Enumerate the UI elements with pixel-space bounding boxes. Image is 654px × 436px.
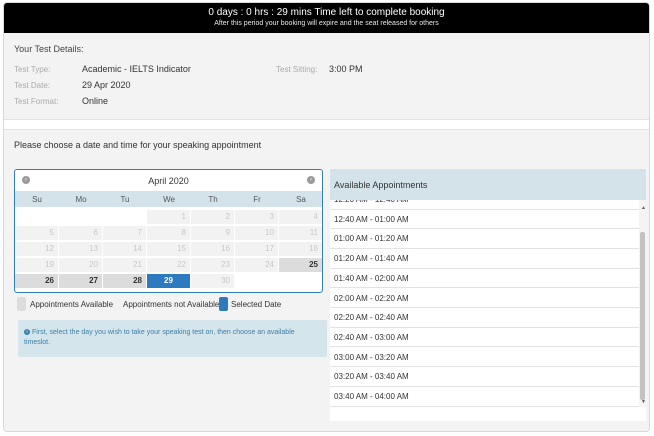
available-appointments-panel: Available Appointments 12:20 AM - 12:40 … [330,169,646,421]
calendar-day-unavailable: 30 [191,274,234,288]
test-format-value: Online [82,96,109,106]
calendar-day-unavailable: 18 [279,242,322,256]
weekday-label: Tu [120,195,130,204]
available-appointments-title: Available Appointments [334,180,428,190]
appointment-list-scrollbar[interactable]: ▲ ▼ [639,200,646,407]
test-format-label: Test Format: [14,97,59,106]
appointment-slot[interactable]: 02:40 AM - 03:00 AM [330,328,639,348]
calendar-day-unavailable: 4 [279,210,322,224]
info-alert-text: First, select the day you wish to take y… [24,329,295,346]
calendar-day-unavailable: 24 [235,258,278,272]
calendar-day-unavailable: 13 [59,242,102,256]
calendar-day-unavailable: 5 [15,226,58,240]
calendar-day-unavailable: 8 [147,226,190,240]
scrollbar-thumb[interactable] [640,232,645,400]
calendar-empty-cell [279,274,322,288]
calendar-day-unavailable: 3 [235,210,278,224]
test-type-value: Academic - IELTS Indicator [82,64,191,74]
calendar-day-selected[interactable]: 29 [147,274,190,288]
calendar-header: ‹ April 2020 › [15,170,322,191]
weekday-label: We [163,195,175,204]
calendar-day-unavailable: 21 [103,258,146,272]
calendar-day-unavailable: 17 [235,242,278,256]
weekday-label: Fr [253,195,261,204]
countdown-banner: 0 days : 0 hrs : 29 mins Time left to co… [4,3,649,33]
calendar-day-unavailable: 7 [103,226,146,240]
calendar-day-unavailable: 22 [147,258,190,272]
appointment-selection-area: ‹ April 2020 › Su Mo Tu We Th Fr Sa 1234567891… [4,161,649,431]
appointment-slot[interactable]: 12:40 AM - 01:00 AM [330,210,639,230]
calendar-empty-cell [103,210,146,224]
booking-page: 0 days : 0 hrs : 29 mins Time left to co… [3,2,650,432]
appointment-slot[interactable]: 03:00 AM - 03:20 AM [330,348,639,368]
test-details-heading: Your Test Details: [14,44,84,54]
calendar-day-unavailable: 10 [235,226,278,240]
legend-available-swatch [17,297,26,311]
appointment-slot[interactable]: 02:00 AM - 02:20 AM [330,289,639,308]
legend-not-available-swatch [113,297,122,311]
appointment-slot[interactable]: 03:40 AM - 04:00 AM [330,387,639,407]
calendar-day-unavailable: 14 [103,242,146,256]
appointment-slot[interactable]: 03:20 AM - 03:40 AM [330,367,639,387]
chevron-right-icon[interactable]: › [307,176,315,184]
choose-appointment-header: Please choose a date and time for your s… [4,129,649,161]
countdown-subtext: After this period your booking will expi… [214,20,439,27]
calendar-day-unavailable: 1 [147,210,190,224]
appointment-slot[interactable]: 01:40 AM - 02:00 AM [330,269,639,289]
legend-not-available-label: Appointments not Available [123,300,220,309]
test-date-label: Test Date: [14,81,51,90]
calendar-day-unavailable: 23 [191,258,234,272]
weekday-label: Sa [296,195,306,204]
countdown-text: 0 days : 0 hrs : 29 mins Time left to co… [208,7,445,18]
calendar-day-unavailable: 9 [191,226,234,240]
test-sitting-value: 3:00 PM [329,64,363,74]
available-appointments-header: Available Appointments [330,169,646,200]
choose-appointment-text: Please choose a date and time for your s… [14,140,262,150]
section-divider [4,120,649,129]
date-picker-calendar: ‹ April 2020 › Su Mo Tu We Th Fr Sa 1234567891… [14,169,323,293]
calendar-day-available[interactable]: 25 [279,258,322,272]
appointment-slot-list: 12:20 AM - 12:40 AM12:40 AM - 01:00 AM01… [330,200,639,407]
calendar-day-unavailable: 16 [191,242,234,256]
calendar-empty-cell [15,210,58,224]
calendar-day-unavailable: 11 [279,226,322,240]
calendar-day-available[interactable]: 28 [103,274,146,288]
legend-available-label: Appointments Available [30,300,114,309]
test-details-panel: Your Test Details: Test Type: Academic -… [4,33,649,120]
calendar-day-unavailable: 2 [191,210,234,224]
weekday-label: Mo [75,195,87,204]
scroll-down-icon[interactable]: ▼ [641,399,646,405]
weekday-header-row: Su Mo Tu We Th Fr Sa [15,191,322,207]
info-alert: i First, select the day you wish to take… [18,320,327,357]
calendar-empty-cell [235,274,278,288]
calendar-empty-cell [59,210,102,224]
calendar-month-title: April 2020 [148,176,189,186]
calendar-day-available[interactable]: 26 [15,274,58,288]
legend-selected-swatch [219,297,228,311]
test-type-label: Test Type: [14,65,51,74]
calendar-day-unavailable: 12 [15,242,58,256]
appointment-slot[interactable]: 01:00 AM - 01:20 AM [330,229,639,249]
appointment-slot[interactable]: 01:20 AM - 01:40 AM [330,249,639,269]
calendar-day-unavailable: 15 [147,242,190,256]
calendar-day-unavailable: 6 [59,226,102,240]
weekday-label: Su [32,195,42,204]
legend-selected-label: Selected Date [231,300,282,309]
test-sitting-label: Test Sitting: [276,65,318,74]
calendar-day-available[interactable]: 27 [59,274,102,288]
appointment-slot[interactable]: 02:20 AM - 02:40 AM [330,308,639,328]
test-date-value: 29 Apr 2020 [82,80,131,90]
weekday-label: Th [208,195,218,204]
calendar-day-unavailable: 20 [59,258,102,272]
scroll-up-icon[interactable]: ▲ [641,205,646,211]
calendar-day-unavailable: 19 [15,258,58,272]
appointment-slot[interactable]: 12:20 AM - 12:40 AM [330,200,639,210]
